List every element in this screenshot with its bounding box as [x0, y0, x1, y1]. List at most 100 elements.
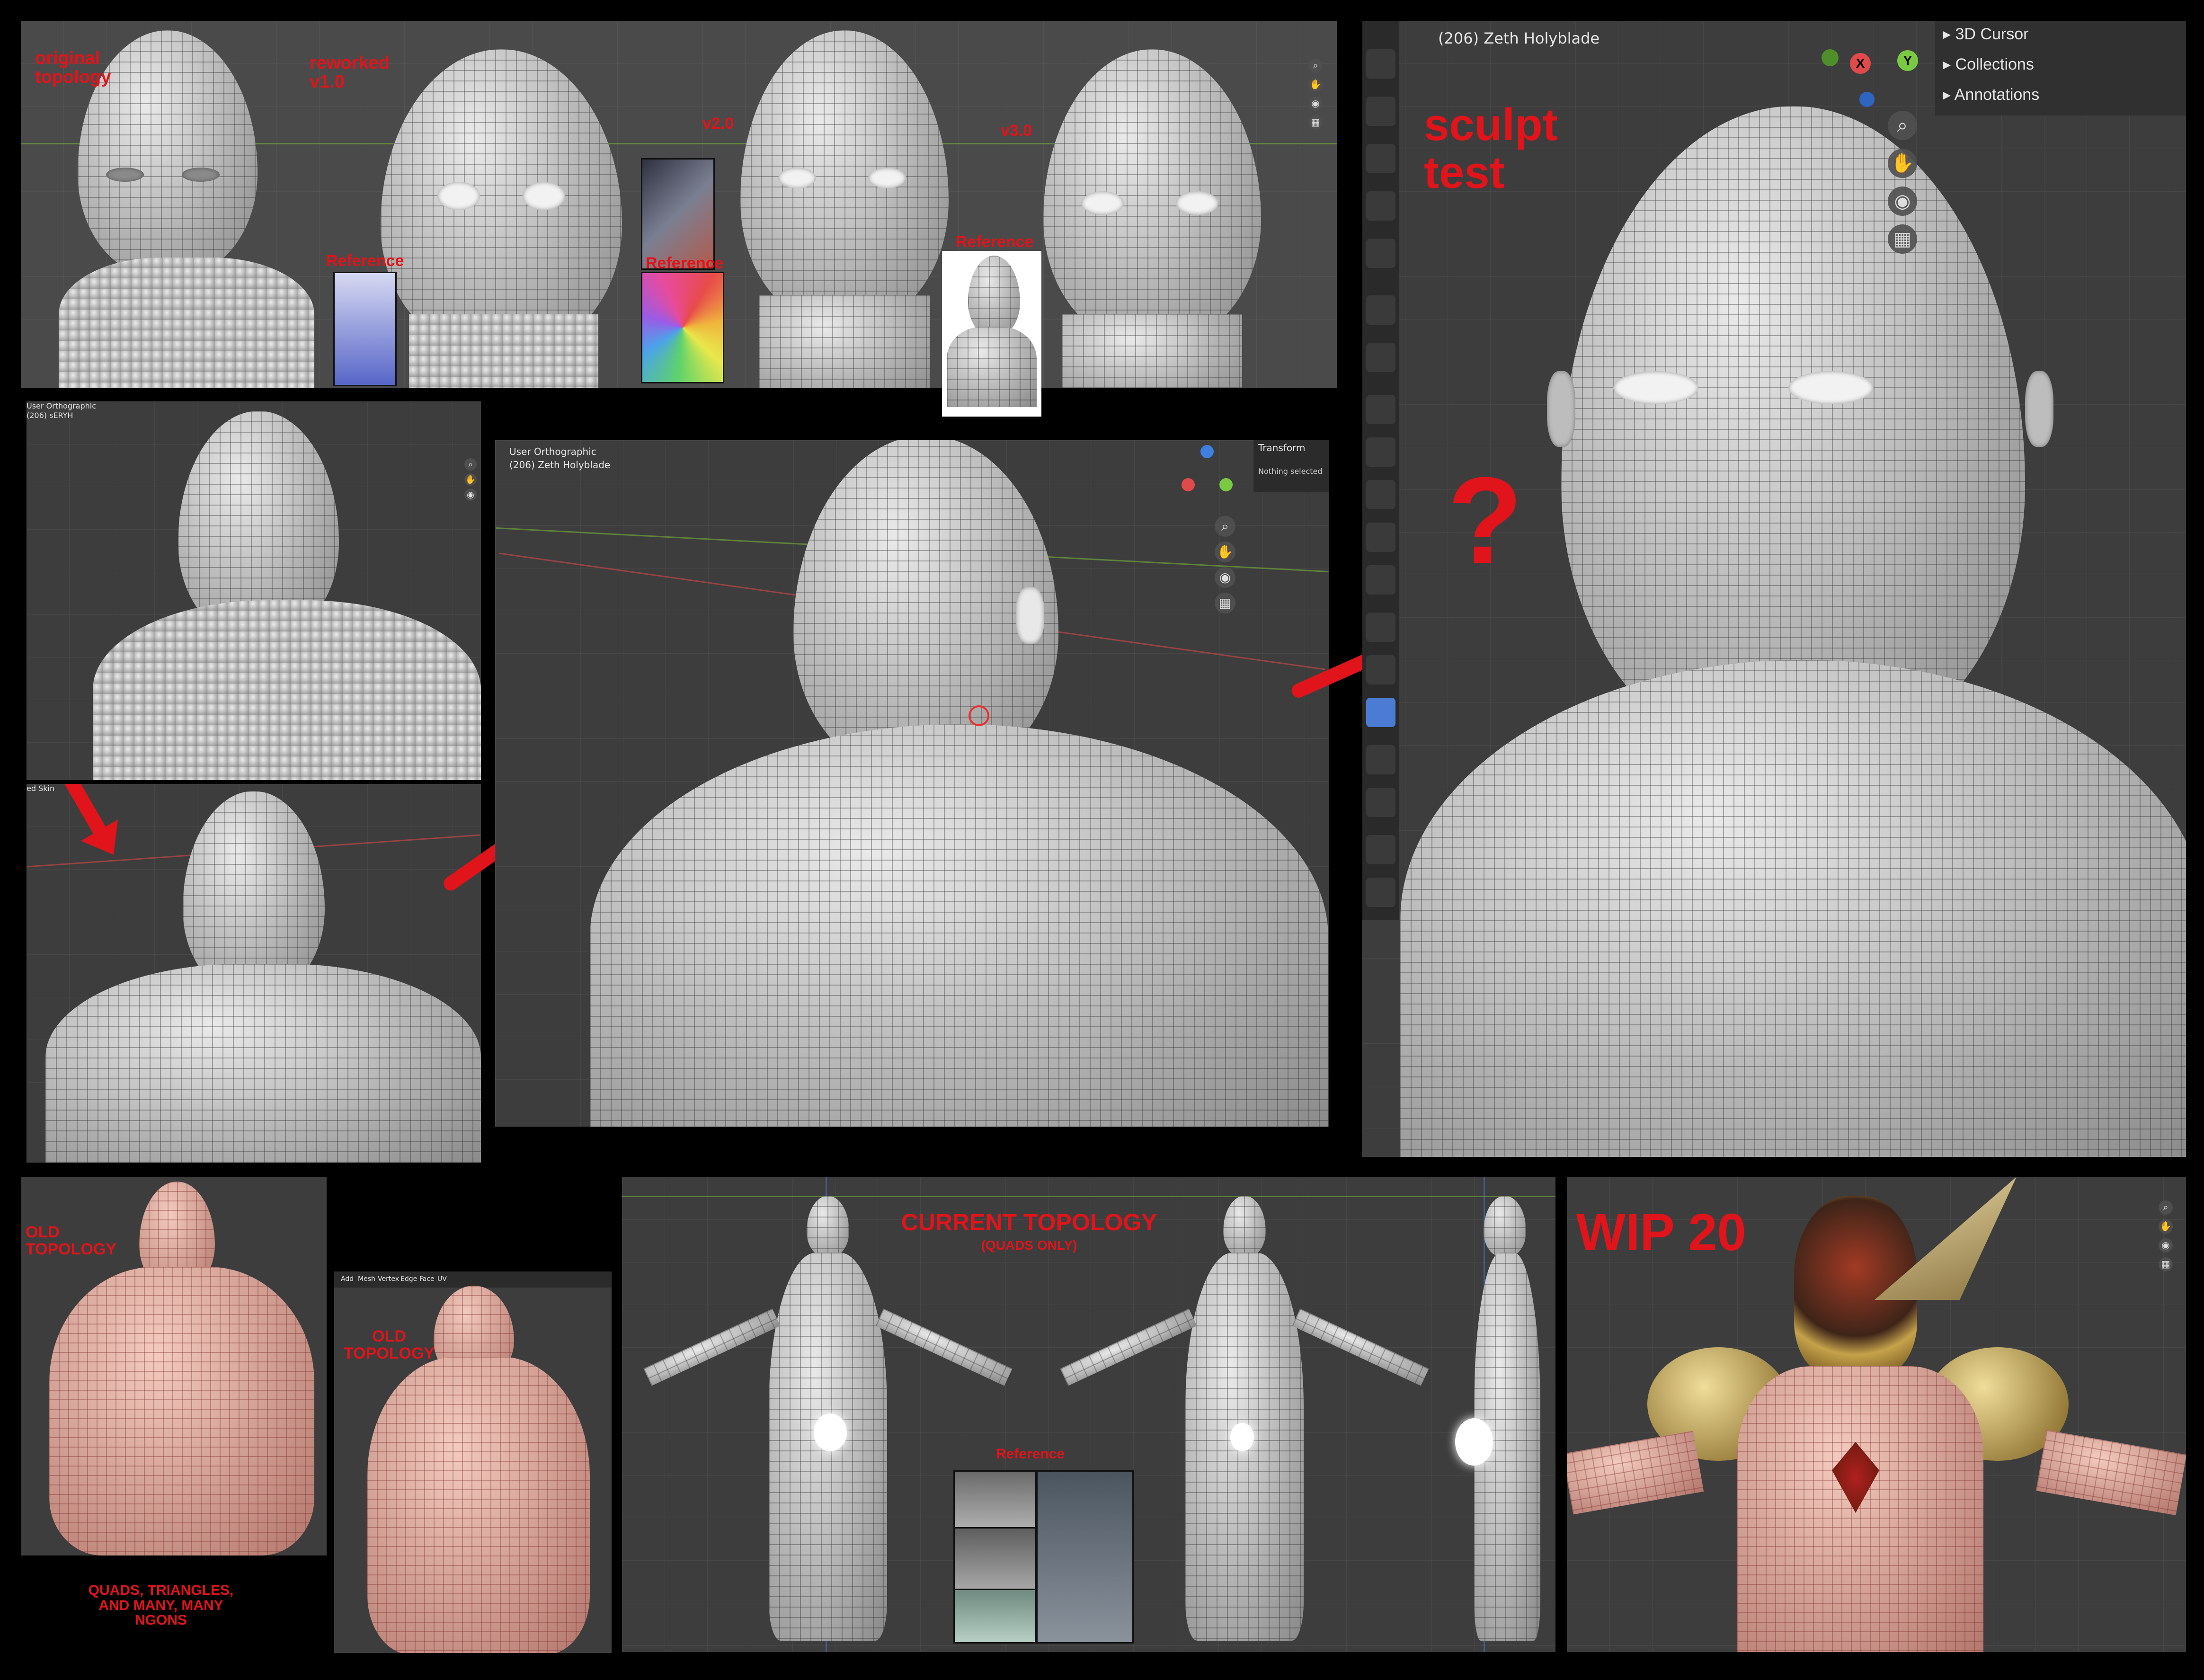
gizmo-y-icon[interactable]: [1219, 478, 1233, 491]
tool-transform-icon[interactable]: [1366, 239, 1395, 268]
header-menu-bar: Add Mesh Vertex Edge Face UV: [334, 1271, 612, 1288]
label-old-topology-1: OLD TOPOLOGY: [26, 1223, 117, 1258]
bust-head-mesh: [968, 256, 1020, 336]
transform-panel[interactable]: Transform Nothing selected: [1253, 440, 1329, 492]
tool-smooth-icon[interactable]: [1366, 698, 1395, 727]
menu-add[interactable]: Add: [341, 1275, 354, 1283]
nothing-selected-text: Nothing selected: [1258, 467, 1323, 476]
tool-move-icon[interactable]: [1366, 97, 1395, 126]
v3-neck-mesh: [1062, 314, 1242, 388]
gizmo-y-icon[interactable]: Y: [1897, 50, 1918, 71]
tool-polybuild-icon[interactable]: [1366, 613, 1395, 642]
tool-bevel-icon[interactable]: [1366, 480, 1395, 509]
view-label: ed Skin: [27, 784, 55, 793]
hand-pan-icon[interactable]: ✋: [464, 473, 477, 486]
tool-measure-icon[interactable]: [1366, 343, 1395, 372]
outliner-item-annotations[interactable]: ▸ Annotations: [1943, 85, 2170, 112]
reference-image-2a: [641, 158, 715, 270]
transform-panel-title[interactable]: Transform: [1258, 442, 1305, 453]
zoom-icon[interactable]: ⌕: [464, 458, 477, 471]
v2-neck-mesh: [759, 295, 930, 388]
camera-icon[interactable]: ◉: [2159, 1238, 2173, 1253]
gizmo-neg-y-icon[interactable]: [1822, 49, 1839, 66]
eye-shape: [1788, 371, 1874, 404]
y-axis-line: [622, 1196, 1555, 1197]
camera-icon[interactable]: ◉: [1215, 567, 1235, 588]
expand-triangle-icon[interactable]: ▸: [1943, 55, 1955, 73]
zoom-icon[interactable]: ⌕: [1308, 59, 1323, 73]
menu-vertex[interactable]: Vertex: [378, 1275, 399, 1283]
label-quads-triangles-ngons: QUADS, TRIANGLES, AND MANY, MANY NGONS: [88, 1582, 234, 1628]
object-label: (206) sERYH: [27, 411, 73, 420]
gizmo-x-icon[interactable]: X: [1850, 53, 1871, 74]
eye-shape: [1081, 191, 1124, 215]
bust-shoulders-mesh: [947, 327, 1037, 407]
eye-shape: [778, 168, 816, 188]
tool-knife-icon[interactable]: [1366, 565, 1395, 595]
menu-edge[interactable]: Edge: [400, 1275, 417, 1283]
label-wip-20: WIP 20: [1576, 1203, 1746, 1262]
tool-spin-icon[interactable]: [1366, 655, 1395, 684]
tool-select-icon[interactable]: [1366, 49, 1395, 79]
expand-triangle-icon[interactable]: ▸: [1943, 86, 1955, 104]
reference-image-legs: [953, 1589, 1037, 1644]
object-label: (206) Zeth Holyblade: [509, 459, 611, 471]
sculpt-test-viewport: (206) Zeth Holyblade sculpt test ? X Y ⌕…: [1362, 21, 2186, 1157]
gizmo-x-icon[interactable]: [1182, 478, 1195, 491]
3d-cursor-icon[interactable]: [969, 705, 989, 726]
reference-image-hands: [953, 1527, 1037, 1591]
tool-loopcut-icon[interactable]: [1366, 523, 1395, 552]
gizmo-z-icon[interactable]: [1859, 92, 1875, 107]
original-neck-mesh: [59, 258, 314, 388]
reference-image-1: [333, 272, 397, 386]
hand-pan-icon[interactable]: ✋: [1308, 78, 1323, 92]
gizmo-z-icon[interactable]: [1200, 445, 1214, 458]
tool-annotate-icon[interactable]: [1366, 295, 1395, 325]
hand-pan-icon[interactable]: ✋: [1215, 542, 1235, 562]
tool-shrink-icon[interactable]: [1366, 788, 1395, 817]
tool-rip-icon[interactable]: [1366, 878, 1395, 907]
hand-pan-icon[interactable]: ✋: [1888, 149, 1917, 178]
outliner-item-3d-cursor[interactable]: ▸ 3D Cursor: [1943, 25, 2170, 51]
hand-pan-icon[interactable]: ✋: [2159, 1219, 2173, 1234]
back-torso-mesh: [367, 1357, 590, 1653]
menu-mesh[interactable]: Mesh: [358, 1275, 375, 1283]
menu-uv[interactable]: UV: [437, 1275, 447, 1283]
old-topology-back-panel: Add Mesh Vertex Edge Face UV OLD TOPOLOG…: [334, 1271, 612, 1653]
label-reference-2: Reference: [646, 254, 724, 272]
tool-edge-slide-icon[interactable]: [1366, 745, 1395, 774]
zoom-icon[interactable]: ⌕: [2159, 1200, 2173, 1215]
ear-shape: [1547, 371, 1575, 447]
camera-icon[interactable]: ◉: [464, 489, 477, 501]
menu-face[interactable]: Face: [419, 1275, 435, 1283]
grid-view-icon[interactable]: ▦: [1308, 116, 1323, 130]
label-reference: Reference: [996, 1446, 1065, 1462]
zoom-icon[interactable]: ⌕: [1215, 516, 1235, 537]
tool-scale-icon[interactable]: [1366, 191, 1395, 221]
label-reference-1: Reference: [326, 252, 404, 270]
tool-rotate-icon[interactable]: [1366, 144, 1395, 173]
camera-icon[interactable]: ◉: [1888, 187, 1917, 216]
outliner-item-collections[interactable]: ▸ Collections: [1943, 55, 2170, 81]
reference-image-body: [1036, 1470, 1134, 1644]
tool-shear-icon[interactable]: [1366, 835, 1395, 864]
zoom-icon[interactable]: ⌕: [1888, 111, 1917, 140]
label-v3: v3.0: [1001, 122, 1032, 140]
reference-bust-image: [942, 251, 1041, 417]
grid-view-icon[interactable]: ▦: [1888, 224, 1917, 254]
wip-panel: WIP 20 ⌕ ✋ ◉ ▦: [1567, 1177, 2186, 1652]
tool-extrude-icon[interactable]: [1366, 395, 1395, 424]
expand-triangle-icon[interactable]: ▸: [1943, 25, 1955, 43]
label-reworked: reworked v1.0: [310, 53, 390, 92]
ear-shape: [2025, 371, 2053, 447]
top-strip-panel: original topology reworked v1.0 Referenc…: [21, 21, 1337, 388]
torso-mesh: [1737, 1366, 1983, 1652]
ear-shape: [1016, 587, 1044, 644]
tool-inset-icon[interactable]: [1366, 437, 1395, 467]
grid-view-icon[interactable]: ▦: [1215, 593, 1235, 613]
label-current-topology: CURRENT TOPOLOGY: [901, 1209, 1157, 1236]
mid-left-top-panel: User Orthographic (206) sERYH ⌕ ✋ ◉: [27, 401, 481, 780]
camera-icon[interactable]: ◉: [1308, 97, 1323, 111]
eye-shape: [437, 182, 480, 210]
grid-view-icon[interactable]: ▦: [2159, 1257, 2173, 1271]
